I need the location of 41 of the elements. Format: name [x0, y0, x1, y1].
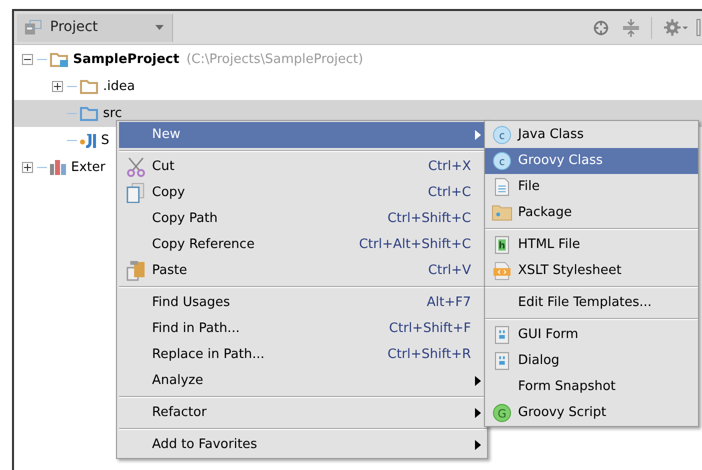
menu-label: Copy Reference — [152, 236, 255, 254]
shortcut-label: Ctrl+Alt+Shift+C — [358, 236, 471, 254]
shortcut-label: Alt+F7 — [426, 294, 471, 312]
shortcut-label: Ctrl+C — [428, 184, 471, 202]
menu-label: Form Snapshot — [518, 378, 616, 396]
menu-label: GUI Form — [518, 326, 578, 344]
menu-label: Groovy Script — [518, 404, 606, 422]
shortcut-label: Ctrl+Shift+F — [389, 320, 471, 338]
class-icon: c — [492, 152, 510, 170]
html-file-icon: h — [494, 236, 508, 254]
menu-label: XSLT Stylesheet — [518, 262, 622, 280]
menu-label: Dialog — [518, 352, 560, 370]
shortcut-label: Ctrl+V — [428, 262, 471, 280]
menu-label: Replace in Path... — [152, 346, 264, 364]
menu-label: Find Usages — [152, 294, 230, 312]
tree-label: Exter — [71, 158, 106, 177]
menu-label: File — [518, 178, 540, 196]
menu-label: Java Class — [518, 126, 584, 144]
menu-label: Find in Path... — [152, 320, 240, 338]
project-path: (C:\Projects\SampleProject) — [186, 50, 364, 69]
shortcut-label: Ctrl+Shift+R — [388, 346, 471, 364]
tree-label: src — [103, 104, 122, 123]
menu-label: New — [152, 126, 180, 144]
shortcut-label: Ctrl+X — [428, 158, 471, 176]
menu-label: Groovy Class — [518, 152, 603, 170]
menu-label: Edit File Templates... — [518, 294, 652, 312]
menu-label: Paste — [152, 262, 188, 280]
menu-label: Cut — [152, 158, 174, 176]
class-icon: c — [492, 126, 510, 144]
menu-label: Package — [518, 204, 572, 222]
menu-label: Analyze — [152, 372, 204, 390]
menu-label: HTML File — [518, 236, 580, 254]
menu-label: Refactor — [152, 404, 207, 422]
menu-label: Copy Path — [152, 210, 218, 228]
menu-label: Add to Favorites — [152, 436, 258, 454]
tree-label: S — [101, 132, 110, 150]
shortcut-label: Ctrl+Shift+C — [387, 210, 471, 228]
tree-label: SampleProject — [73, 50, 180, 69]
tree-label: .idea — [103, 78, 135, 96]
menu-label: Copy — [152, 184, 185, 202]
script-icon: G — [492, 404, 510, 422]
